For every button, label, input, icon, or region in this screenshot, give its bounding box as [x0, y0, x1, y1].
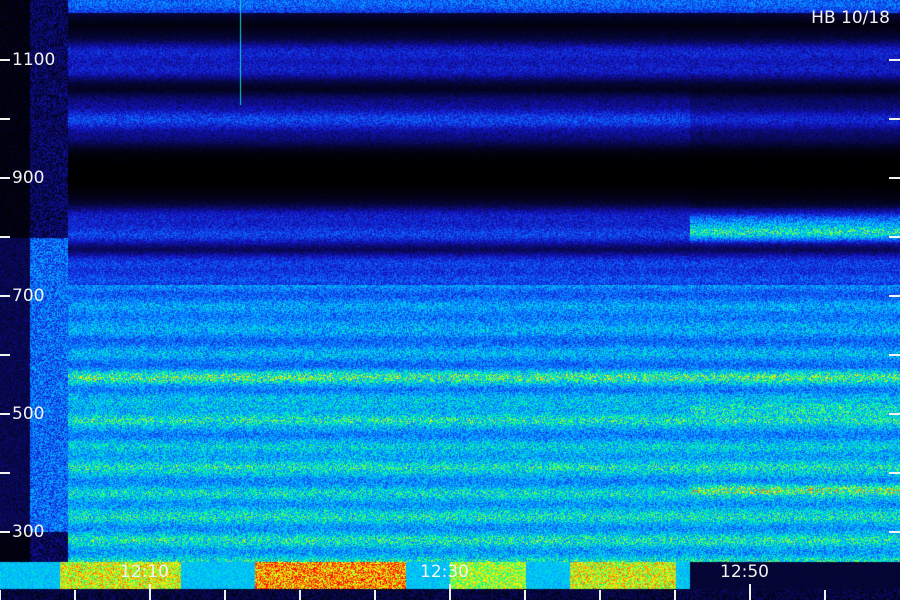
y-minor-tick-right [889, 236, 900, 238]
y-tick-label: 500 [12, 404, 45, 424]
y-minor-tick-left [0, 354, 10, 356]
y-minor-tick-left [0, 118, 10, 120]
x-tick-label: 12:50 [720, 562, 769, 582]
y-tick-left [0, 295, 10, 297]
x-minor-tick [299, 590, 301, 600]
x-minor-tick [599, 590, 601, 600]
x-tick-label: 12:30 [420, 562, 469, 582]
y-tick-right [889, 59, 900, 61]
y-tick-right [889, 413, 900, 415]
y-tick-left [0, 413, 10, 415]
x-minor-tick [224, 590, 226, 600]
y-tick-label: 700 [12, 286, 45, 306]
y-minor-tick-left [0, 472, 10, 474]
y-minor-tick-left [0, 236, 10, 238]
x-tick [749, 584, 751, 600]
x-minor-tick [0, 590, 1, 600]
y-minor-tick-right [889, 118, 900, 120]
x-tick [449, 584, 451, 600]
y-minor-tick-right [889, 472, 900, 474]
x-tick-label: 12:10 [120, 562, 169, 582]
y-minor-tick-right [889, 354, 900, 356]
y-tick-left [0, 59, 10, 61]
x-tick [149, 584, 151, 600]
spectrogram-plot-area [0, 0, 900, 600]
x-minor-tick [824, 590, 826, 600]
x-minor-tick [374, 590, 376, 600]
spectrogram-chart: HB 10/18 300 500 700 900 1100 12:10 12:30 12:50 [0, 0, 900, 600]
y-tick-label: 1100 [12, 50, 56, 70]
y-tick-left [0, 177, 10, 179]
x-minor-tick [524, 590, 526, 600]
y-tick-right [889, 531, 900, 533]
x-minor-tick [674, 590, 676, 600]
x-minor-tick [74, 590, 76, 600]
y-tick-right [889, 295, 900, 297]
y-tick-label: 900 [12, 168, 45, 188]
chart-title: HB 10/18 [811, 8, 890, 28]
y-tick-left [0, 531, 10, 533]
y-tick-right [889, 177, 900, 179]
y-tick-label: 300 [12, 522, 45, 542]
